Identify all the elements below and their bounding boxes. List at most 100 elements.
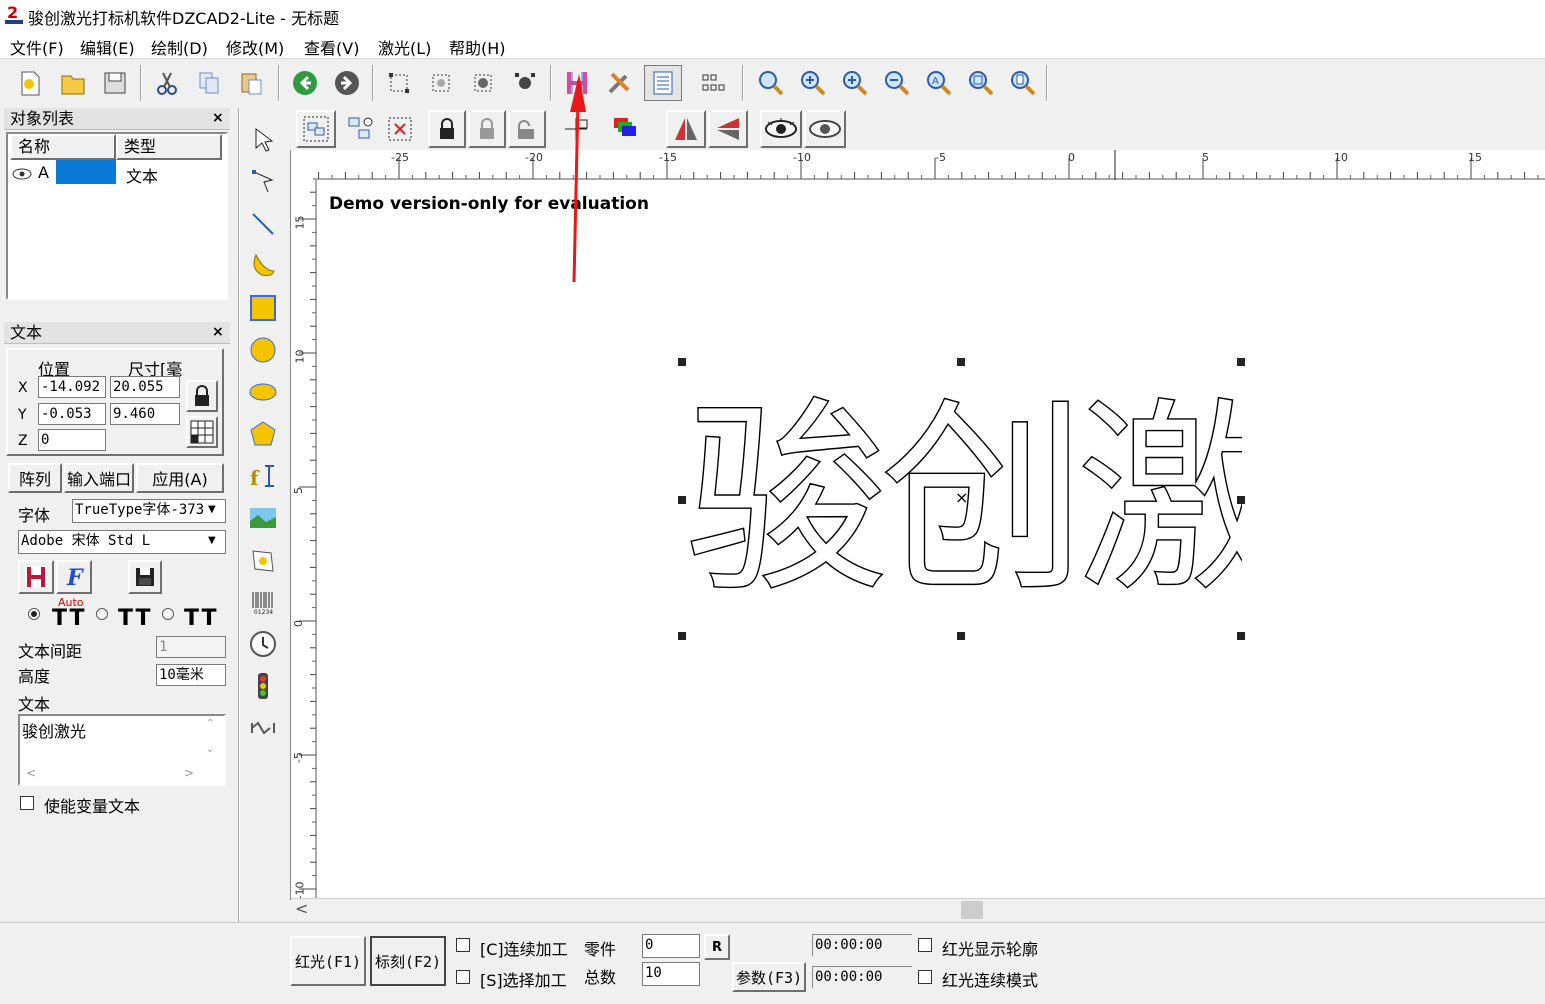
zoom-select-icon[interactable]: [962, 65, 1000, 101]
red-continuous-checkbox[interactable]: [918, 970, 932, 984]
menu-edit[interactable]: 编辑(E): [80, 35, 135, 59]
zoom-minus-icon[interactable]: [878, 65, 916, 101]
resize-handle[interactable]: [1237, 632, 1245, 640]
mirror-vertical-icon[interactable]: [708, 110, 748, 148]
unlock-all-icon[interactable]: [508, 110, 546, 148]
spacing-char-radio[interactable]: [96, 608, 108, 620]
node-select-icon[interactable]: [380, 65, 418, 101]
font-name-select[interactable]: Adobe 宋体 Std L: [18, 530, 226, 554]
group-icon[interactable]: [296, 110, 336, 148]
resize-handle[interactable]: [957, 358, 965, 366]
drawing-canvas[interactable]: -25 -20 -15 -10 -5 0 5 10 15 15 10 5 0 -…: [290, 150, 1545, 920]
params-button[interactable]: 参数(F3): [732, 962, 806, 992]
resize-handle[interactable]: [678, 632, 686, 640]
eye-all-icon[interactable]: [804, 110, 846, 148]
continuous-checkbox[interactable]: [456, 938, 470, 952]
tools-icon[interactable]: [600, 65, 638, 101]
chevron-down-icon[interactable]: ▼: [208, 504, 216, 515]
spacing-field[interactable]: 1: [156, 636, 226, 658]
resize-handle[interactable]: [957, 632, 965, 640]
zoom-icon[interactable]: [752, 65, 790, 101]
motion-tool-icon[interactable]: [246, 710, 280, 746]
variable-text-checkbox[interactable]: [20, 796, 34, 810]
eye-icon[interactable]: [760, 110, 802, 148]
font-hatch-button[interactable]: [18, 560, 54, 594]
menu-view[interactable]: 查看(V): [304, 35, 359, 59]
menu-modify[interactable]: 修改(M): [226, 35, 284, 59]
scroll-left-icon[interactable]: <: [26, 766, 36, 780]
resize-handle[interactable]: [1237, 496, 1245, 504]
new-file-icon[interactable]: [10, 65, 48, 101]
node-edit-icon[interactable]: [422, 65, 460, 101]
height-field[interactable]: 10毫米: [156, 664, 226, 686]
params-icon[interactable]: [644, 65, 682, 101]
spacing-center-radio[interactable]: [162, 608, 174, 620]
ellipse-tool-icon[interactable]: [246, 374, 280, 410]
clock-tool-icon[interactable]: [246, 626, 280, 662]
parts-field[interactable]: 0: [642, 934, 700, 958]
spacing-auto-radio[interactable]: [28, 608, 40, 620]
node-tool-icon[interactable]: [246, 164, 280, 200]
zoom-page-icon[interactable]: [1004, 65, 1042, 101]
unlock-object-icon[interactable]: [468, 110, 506, 148]
select-process-checkbox[interactable]: [456, 970, 470, 984]
barcode-tool-icon[interactable]: 01234: [246, 584, 280, 620]
circle-tool-icon[interactable]: [246, 332, 280, 368]
back-icon[interactable]: [286, 65, 324, 101]
font-save-button[interactable]: [128, 560, 162, 594]
scroll-down-icon[interactable]: ⌄: [206, 744, 214, 755]
total-field[interactable]: 10: [642, 962, 700, 986]
x-size-field[interactable]: 20.055: [110, 376, 180, 398]
ungroup-icon[interactable]: [340, 110, 380, 148]
paste-icon[interactable]: [232, 65, 270, 101]
font-type-select[interactable]: TrueType字体-373: [72, 499, 226, 523]
text-input-area[interactable]: 骏创激光 ⌃ ⌄ < >: [18, 714, 226, 786]
io-tool-icon[interactable]: [246, 668, 280, 704]
select-tool-icon[interactable]: [246, 122, 280, 158]
scrollbar-thumb[interactable]: [961, 901, 983, 919]
save-icon[interactable]: [96, 65, 134, 101]
close-icon[interactable]: ×: [212, 324, 224, 340]
scroll-left-icon[interactable]: <: [295, 899, 308, 918]
reset-parts-button[interactable]: R: [704, 934, 730, 960]
menu-file[interactable]: 文件(F): [10, 35, 64, 59]
lock-object-icon[interactable]: [428, 110, 466, 148]
lock-ratio-button[interactable]: [186, 380, 218, 412]
input-port-button[interactable]: 输入端口: [64, 463, 134, 493]
node-delete-icon[interactable]: [506, 65, 544, 101]
horizontal-scrollbar[interactable]: <: [291, 898, 1545, 920]
curve-tool-icon[interactable]: [246, 248, 280, 284]
menu-help[interactable]: 帮助(H): [449, 35, 506, 59]
vector-file-tool-icon[interactable]: [246, 542, 280, 578]
grid-base-button[interactable]: [186, 416, 218, 448]
mirror-horizontal-icon[interactable]: [666, 110, 706, 148]
x-position-field[interactable]: -14.092: [38, 376, 106, 398]
cut-icon[interactable]: [148, 65, 186, 101]
scroll-up-icon[interactable]: ⌃: [206, 718, 214, 729]
zoom-plus-icon[interactable]: [836, 65, 874, 101]
chevron-down-icon[interactable]: ▼: [208, 535, 216, 546]
forward-icon[interactable]: [328, 65, 366, 101]
font-settings-button[interactable]: F: [56, 560, 92, 594]
resize-handle[interactable]: [678, 496, 686, 504]
z-position-field[interactable]: 0: [38, 429, 106, 451]
image-tool-icon[interactable]: [246, 500, 280, 536]
array-button[interactable]: 阵列: [8, 463, 62, 493]
text-tool-icon[interactable]: f: [246, 458, 280, 494]
zoom-in-icon[interactable]: [794, 65, 832, 101]
menu-laser[interactable]: 激光(L): [378, 35, 431, 59]
apply-button[interactable]: 应用(A): [136, 463, 224, 493]
menu-draw[interactable]: 绘制(D): [151, 35, 208, 59]
red-light-button[interactable]: 红光(F1): [290, 936, 366, 986]
resize-handle[interactable]: [1237, 358, 1245, 366]
list-item[interactable]: A 文本: [10, 160, 222, 186]
node-move-icon[interactable]: [464, 65, 502, 101]
y-position-field[interactable]: -0.053: [38, 403, 106, 425]
mark-button[interactable]: 标刻(F2): [370, 936, 446, 986]
red-outline-checkbox[interactable]: [918, 938, 932, 952]
column-header-type[interactable]: 类型: [116, 134, 222, 160]
zoom-all-icon[interactable]: A: [920, 65, 958, 101]
resize-handle[interactable]: [678, 358, 686, 366]
delete-group-icon[interactable]: [380, 110, 420, 148]
text-content[interactable]: 骏创激光: [22, 718, 86, 742]
